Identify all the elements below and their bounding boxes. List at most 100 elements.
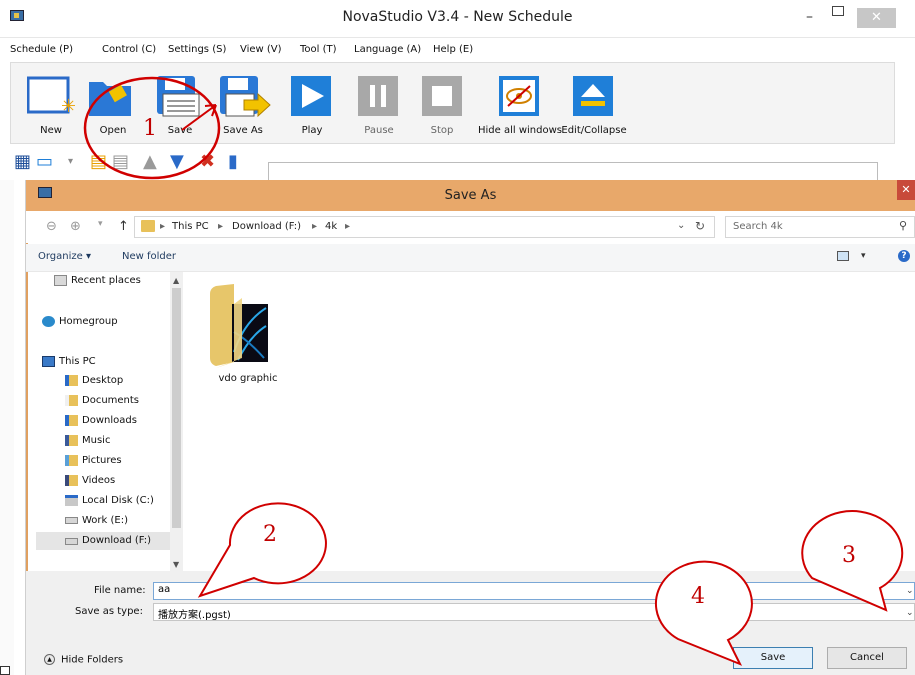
toolbar-hide-windows-label[interactable]: Hide all windows	[478, 125, 562, 136]
maximize-button[interactable]	[832, 6, 844, 16]
folder-name-label[interactable]: vdo graphic	[208, 373, 288, 384]
breadcrumb-4k[interactable]: 4k	[325, 221, 337, 232]
toolbar-edit-collapse-label[interactable]: Edit/Collapse	[561, 125, 626, 136]
recent-dropdown-icon[interactable]: ▾	[98, 219, 103, 229]
app-title: NovaStudio V3.4 - New Schedule	[342, 9, 573, 25]
move-down-icon[interactable]: ▼	[170, 152, 184, 172]
toolbar-new-label[interactable]: New	[40, 125, 62, 136]
local-disk-icon	[65, 495, 78, 506]
menu-bar: Schedule (P) Control (C) Settings (S) Vi…	[0, 40, 915, 60]
save-type-select[interactable]	[153, 603, 915, 621]
new-page-icon[interactable]: ▤	[90, 152, 107, 172]
nav-item-desktop[interactable]: Desktop	[65, 375, 123, 393]
save-type-value[interactable]: 播放方案(.pgst)	[158, 606, 231, 621]
toolbar-save-label[interactable]: Save	[168, 125, 193, 136]
documents-folder-icon	[65, 395, 78, 406]
up-arrow-icon[interactable]: ↑	[118, 219, 129, 234]
menu-tool[interactable]: Tool (T)	[300, 44, 337, 55]
pause-icon[interactable]	[357, 74, 401, 121]
forward-icon[interactable]: ⊕	[70, 219, 81, 234]
app-close-button[interactable]: ✕	[857, 8, 896, 28]
music-folder-icon	[65, 435, 78, 446]
nav-item-music[interactable]: Music	[65, 435, 110, 453]
file-name-dropdown-icon[interactable]: ⌄	[906, 586, 914, 596]
help-icon[interactable]: ?	[898, 250, 910, 262]
save-button[interactable]: Save	[733, 647, 813, 669]
new-folder-button[interactable]: New folder	[122, 251, 176, 262]
nav-scroll-thumb[interactable]	[172, 288, 181, 528]
downloads-folder-icon	[65, 415, 78, 426]
breadcrumb-separator: ▸	[218, 221, 224, 232]
eject-icon[interactable]	[572, 74, 616, 121]
dialog-close-button[interactable]: ✕	[897, 180, 915, 200]
organize-button[interactable]: Organize ▾	[38, 251, 91, 262]
svg-text:✳: ✳	[61, 96, 75, 117]
breadcrumb-separator: ▸	[345, 221, 351, 232]
toolbar-save-as-label[interactable]: Save As	[223, 125, 263, 136]
scroll-up-icon[interactable]: ▲	[173, 276, 179, 285]
trash-icon[interactable]: ▮	[228, 152, 238, 172]
vdo-graphic-folder-icon[interactable]	[208, 282, 270, 370]
nav-item-homegroup[interactable]: Homegroup	[42, 316, 118, 334]
copy-icon[interactable]: ▤	[112, 152, 129, 172]
save-icon[interactable]	[155, 74, 203, 121]
play-icon[interactable]	[290, 74, 334, 121]
file-name-value[interactable]: aa	[158, 584, 170, 595]
main-window-sidebar	[14, 180, 26, 675]
nav-item-pictures[interactable]: Pictures	[65, 455, 122, 473]
annotation-4-number: 4	[691, 584, 705, 609]
add-window-icon[interactable]: ▭	[36, 152, 53, 172]
save-type-label: Save as type:	[75, 606, 143, 617]
breadcrumb-this-pc[interactable]: This PC	[172, 221, 209, 232]
move-up-icon[interactable]: ▲	[143, 152, 157, 172]
menu-language[interactable]: Language (A)	[354, 44, 421, 55]
minimize-button[interactable]: –	[806, 9, 813, 25]
toolbar-pause-label[interactable]: Pause	[364, 125, 393, 136]
menu-view[interactable]: View (V)	[240, 44, 282, 55]
menu-help[interactable]: Help (E)	[433, 44, 473, 55]
view-dropdown-icon[interactable]: ▾	[861, 251, 866, 261]
file-name-label: File name:	[94, 585, 146, 596]
open-folder-icon[interactable]	[87, 74, 135, 121]
nav-item-download-f[interactable]: Download (F:)	[36, 532, 170, 550]
refresh-icon[interactable]: ↻	[695, 219, 705, 233]
main-checkbox[interactable]	[0, 666, 10, 675]
homegroup-icon	[42, 316, 55, 327]
desktop-folder-icon	[65, 375, 78, 386]
new-schedule-icon[interactable]: ✳	[26, 74, 76, 121]
delete-icon[interactable]: ✖	[200, 152, 215, 172]
hide-folders-toggle[interactable]: ▲ Hide Folders	[44, 654, 123, 666]
menu-settings[interactable]: Settings (S)	[168, 44, 226, 55]
toolbar-open-label[interactable]: Open	[100, 125, 127, 136]
file-name-input[interactable]	[153, 582, 915, 600]
menu-schedule[interactable]: Schedule (P)	[10, 44, 73, 55]
stop-icon[interactable]	[421, 74, 465, 121]
hide-windows-icon[interactable]	[498, 74, 542, 121]
menu-control[interactable]: Control (C)	[102, 44, 156, 55]
save-as-icon[interactable]	[218, 74, 272, 121]
search-icon[interactable]: ⚲	[899, 219, 907, 232]
toolbar-play-label[interactable]: Play	[302, 125, 323, 136]
save-type-dropdown-icon[interactable]: ⌄	[906, 608, 914, 618]
back-icon[interactable]: ⊖	[46, 219, 57, 234]
nav-item-recent-places[interactable]: Recent places	[54, 275, 141, 293]
toolbar-stop-label[interactable]: Stop	[431, 125, 454, 136]
cancel-button[interactable]: Cancel	[827, 647, 907, 669]
scroll-down-icon[interactable]: ▼	[173, 560, 179, 569]
breadcrumb-separator: ▸	[312, 221, 318, 232]
view-options-icon[interactable]	[837, 251, 849, 261]
schedule-panel	[268, 162, 878, 180]
nav-item-this-pc[interactable]: This PC	[42, 356, 96, 374]
address-dropdown-icon[interactable]: ⌄	[677, 220, 685, 231]
nav-item-downloads[interactable]: Downloads	[65, 415, 137, 433]
annotation-3-number: 3	[842, 543, 856, 568]
film-icon[interactable]: ▦	[14, 152, 31, 172]
drive-icon	[65, 537, 78, 545]
nav-item-documents[interactable]: Documents	[65, 395, 139, 413]
nav-item-work[interactable]: Work (E:)	[65, 515, 128, 533]
dropdown-arrow-icon[interactable]: ▾	[68, 152, 73, 172]
breadcrumb-download[interactable]: Download (F:)	[232, 221, 301, 232]
nav-item-videos[interactable]: Videos	[65, 475, 115, 493]
nav-item-local-disk[interactable]: Local Disk (C:)	[65, 495, 154, 513]
pictures-folder-icon	[65, 455, 78, 466]
